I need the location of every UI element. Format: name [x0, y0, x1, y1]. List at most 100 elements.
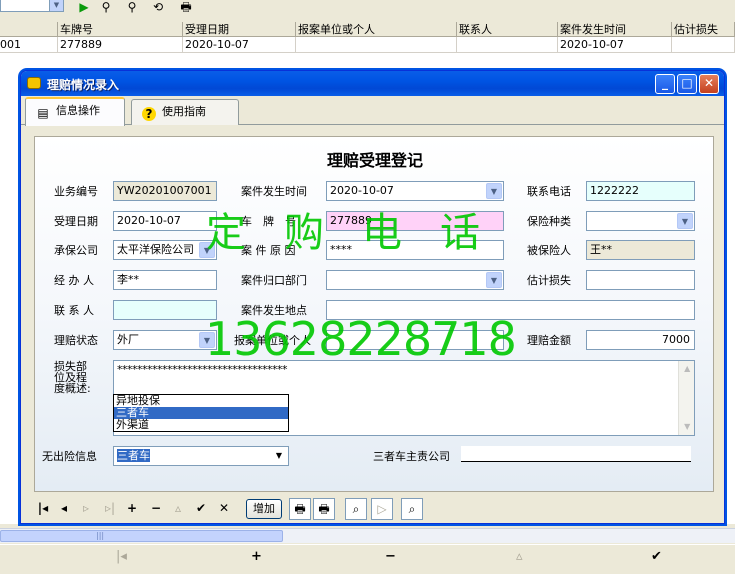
- memo-scrollbar[interactable]: ▲ ▼: [678, 361, 694, 435]
- status-field[interactable]: 外厂 ▼: [113, 330, 217, 350]
- nav-prior-button[interactable]: ◂: [57, 498, 71, 518]
- claim-form-panel: 理赔受理登记 业务编号 YW20201007001 案件发生时间 2020-10…: [34, 136, 714, 492]
- nav-add-button[interactable]: +: [251, 549, 262, 564]
- nav-post-button[interactable]: ✔: [651, 549, 662, 564]
- insurer-label: 承保公司: [54, 244, 98, 257]
- scroll-up-icon[interactable]: ▲: [679, 361, 695, 377]
- dropdown-option[interactable]: 外渠道: [114, 419, 288, 431]
- find-icon[interactable]: ⚲: [124, 0, 140, 14]
- filter-icon[interactable]: ⚲: [98, 0, 114, 14]
- plate-field[interactable]: 277889: [326, 211, 504, 231]
- grid-header-cell[interactable]: [0, 22, 58, 36]
- nav-remove-button[interactable]: −: [385, 549, 396, 564]
- biz-no-label: 业务编号: [54, 185, 98, 198]
- dept-field[interactable]: ▼: [326, 270, 504, 290]
- location-field[interactable]: [326, 300, 695, 320]
- printer-icon[interactable]: 🖶: [178, 0, 194, 14]
- tab-user-guide[interactable]: ? 使用指南: [131, 99, 239, 125]
- claim-entry-window: 理赔情况录入 _ □ ✕ ▤ 信息操作 ? 使用指南 理赔受理登记 业务编号 YW2…: [20, 70, 725, 524]
- nav-last-button[interactable]: ▹|: [101, 498, 119, 518]
- print-icon[interactable]: 🖶: [289, 498, 311, 520]
- chevron-down-icon[interactable]: ▼: [271, 448, 287, 464]
- contact-field[interactable]: [113, 300, 217, 320]
- background-data-grid: 车牌号 受理日期 报案单位或个人 联系人 案件发生时间 估计损失 001 277…: [0, 22, 735, 54]
- grid-cell[interactable]: 2020-10-07: [558, 37, 672, 52]
- maximize-button[interactable]: □: [677, 74, 697, 94]
- accept-date-field[interactable]: 2020-10-07: [113, 211, 217, 231]
- no-claim-combo[interactable]: 三者车 ▼: [113, 446, 289, 466]
- grid-header-cell[interactable]: 案件发生时间: [558, 22, 672, 36]
- chevron-down-icon[interactable]: ▼: [486, 272, 502, 288]
- play-icon[interactable]: ▶: [76, 0, 92, 14]
- insured-field[interactable]: 王**: [586, 240, 695, 260]
- scrollbar-thumb[interactable]: [0, 530, 283, 542]
- grid-header-cell[interactable]: 联系人: [457, 22, 558, 36]
- refresh-icon[interactable]: ⟲: [150, 0, 166, 14]
- form-title: 理赔受理登记: [326, 151, 423, 170]
- grid-cell[interactable]: [457, 37, 558, 52]
- chevron-down-icon[interactable]: ▼: [199, 242, 215, 258]
- amount-field[interactable]: 7000: [586, 330, 695, 350]
- grid-cell[interactable]: 001: [0, 37, 58, 52]
- scroll-down-icon[interactable]: ▼: [679, 419, 695, 435]
- handler-field[interactable]: 李**: [113, 270, 217, 290]
- amount-label: 理赔金额: [527, 334, 571, 347]
- grid-header-row: 车牌号 受理日期 报案单位或个人 联系人 案件发生时间 估计损失: [0, 22, 735, 37]
- grid-cell[interactable]: 277889: [58, 37, 183, 52]
- ins-type-field[interactable]: ▼: [586, 211, 695, 231]
- grid-header-cell[interactable]: 报案单位或个人: [296, 22, 457, 36]
- query-icon[interactable]: ⌕: [345, 498, 367, 520]
- nav-first-button[interactable]: |◂: [116, 549, 127, 564]
- nav-next-button[interactable]: ▹: [79, 498, 93, 518]
- nav-first-button[interactable]: |◂: [35, 498, 51, 518]
- nav-post-button[interactable]: ✔: [194, 498, 208, 518]
- nav-cancel-button[interactable]: ✕: [217, 498, 231, 518]
- phone-label: 联系电话: [527, 185, 571, 198]
- insurer-value: 太平洋保险公司: [117, 243, 194, 256]
- plate-label: 车 牌 号: [241, 215, 296, 228]
- add-button[interactable]: 增加: [246, 499, 282, 519]
- tab-strip: ▤ 信息操作 ? 使用指南: [21, 97, 724, 126]
- horizontal-scrollbar[interactable]: |||: [0, 528, 735, 543]
- print-preview-icon[interactable]: 🖶: [313, 498, 335, 520]
- chevron-down-icon[interactable]: ▼: [49, 0, 63, 11]
- grid-header-cell[interactable]: 车牌号: [58, 22, 183, 36]
- grid-header-cell[interactable]: 受理日期: [183, 22, 296, 36]
- est-loss-field[interactable]: [586, 270, 695, 290]
- close-button[interactable]: ✕: [699, 74, 719, 94]
- grid-cell[interactable]: [672, 37, 735, 52]
- nav-insert-button[interactable]: +: [125, 498, 139, 518]
- cause-field[interactable]: ****: [326, 240, 504, 260]
- grid-header-cell[interactable]: 估计损失: [672, 22, 735, 36]
- record-navigator: |◂ ◂ ▹ ▹| + − ▵ ✔ ✕ 增加 🖶 🖶 ⌕ ▷ ⌕: [21, 495, 724, 523]
- no-claim-label: 无出险信息: [42, 450, 97, 463]
- table-row[interactable]: 001 277889 2020-10-07 2020-10-07: [0, 37, 735, 53]
- status-value: 外厂: [117, 333, 139, 346]
- nav-delete-button[interactable]: −: [149, 498, 163, 518]
- window-titlebar[interactable]: 理赔情况录入 _ □ ✕: [21, 71, 724, 96]
- tab-info-operation[interactable]: ▤ 信息操作: [25, 97, 125, 126]
- nav-edit-button[interactable]: ▵: [171, 498, 185, 518]
- phone-field[interactable]: 1222222: [586, 181, 695, 201]
- reporter-field[interactable]: [326, 330, 504, 350]
- insurer-field[interactable]: 太平洋保险公司 ▼: [113, 240, 217, 260]
- background-toolbar: ▼ ▶ ⚲ ⚲ ⟲ 🖶: [0, 0, 735, 20]
- chevron-down-icon[interactable]: ▼: [677, 213, 693, 229]
- chevron-down-icon[interactable]: ▼: [486, 183, 502, 199]
- cause-label: 案 件 原 因: [241, 244, 296, 257]
- location-label: 案件发生地点: [241, 304, 307, 317]
- no-claim-value: 三者车: [117, 449, 150, 462]
- third-party-field[interactable]: [461, 446, 691, 462]
- case-time-field[interactable]: 2020-10-07 ▼: [326, 181, 504, 201]
- no-claim-dropdown-list: 异地投保 三者车 外渠道: [113, 394, 289, 432]
- search-icon[interactable]: ⌕: [401, 498, 423, 520]
- chevron-down-icon[interactable]: ▼: [199, 332, 215, 348]
- damage-value: **********************************: [117, 363, 288, 376]
- grid-cell[interactable]: [296, 37, 457, 52]
- background-combo[interactable]: ▼: [0, 0, 64, 12]
- grid-cell[interactable]: 2020-10-07: [183, 37, 296, 52]
- minimize-button[interactable]: _: [655, 74, 675, 94]
- nav-edit-button[interactable]: ▵: [516, 549, 523, 564]
- next-page-icon[interactable]: ▷: [371, 498, 393, 520]
- biz-no-field[interactable]: YW20201007001: [113, 181, 217, 201]
